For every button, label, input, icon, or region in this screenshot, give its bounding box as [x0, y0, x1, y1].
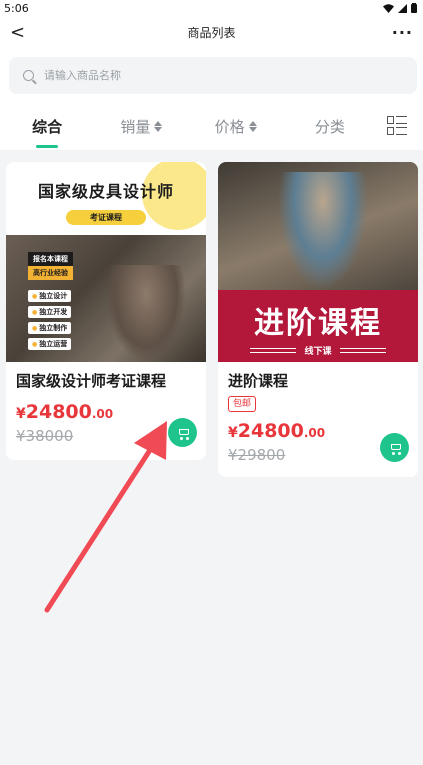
signal-icon [398, 3, 407, 13]
image-tag: 独立制作 [28, 322, 72, 334]
image-subtitle: 线下课 [304, 347, 332, 357]
sort-icon [154, 120, 163, 132]
wifi-icon [383, 3, 394, 13]
filter-tabs: 综合 销量 价格 分类 [0, 102, 423, 150]
free-shipping-tag: 包邮 [228, 396, 257, 412]
image-pill: 考证课程 [66, 210, 146, 225]
price-currency: ¥ [16, 406, 26, 422]
product-card[interactable]: 进阶课程 线下课 进阶课程 包邮 ¥24800.00 ¥29800 [218, 162, 418, 477]
search-bar[interactable] [9, 57, 417, 94]
sort-icon [248, 120, 257, 132]
image-tag: 独立开发 [28, 306, 72, 318]
tab-sales[interactable]: 销量 [94, 102, 188, 150]
product-image: 进阶课程 线下课 [218, 162, 418, 362]
product-grid: 国家级皮具设计师 考证课程 报名本课程 高行业经验 独立设计 独立开发 独立制作… [0, 150, 423, 477]
price-integer: 24800 [25, 401, 92, 423]
product-name: 进阶课程 [228, 372, 289, 390]
tab-comprehensive[interactable]: 综合 [0, 102, 94, 150]
decorative-lines [339, 348, 386, 353]
layout-toggle-button[interactable] [377, 116, 417, 136]
price-currency: ¥ [228, 425, 238, 441]
tab-price[interactable]: 价格 [189, 102, 283, 150]
image-subtitle-row: 线下课 [218, 344, 418, 357]
price-integer: 24800 [237, 420, 304, 442]
product-card[interactable]: 国家级皮具设计师 考证课程 报名本课程 高行业经验 独立设计 独立开发 独立制作… [6, 162, 206, 460]
cart-icon [177, 428, 189, 440]
image-title: 国家级皮具设计师 [37, 182, 174, 201]
price-decimal: .00 [303, 426, 326, 440]
search-icon [23, 70, 34, 81]
product-name: 国家级设计师考证课程 [16, 372, 167, 390]
battery-icon [411, 3, 417, 13]
image-tag: 独立运营 [28, 338, 72, 350]
craftsman-photo: 报名本课程 高行业经验 独立设计 独立开发 独立制作 独立运营 [6, 235, 206, 362]
craftsman-figure [278, 172, 368, 290]
craftsman-figure [106, 265, 186, 362]
tab-category[interactable]: 分类 [283, 102, 377, 150]
decorative-lines [250, 348, 297, 353]
tab-label: 销量 [120, 117, 151, 136]
tab-label: 价格 [214, 117, 245, 136]
search-input[interactable] [44, 69, 403, 82]
list-layout-icon [387, 116, 407, 136]
add-to-cart-button[interactable] [168, 418, 197, 447]
product-image: 国家级皮具设计师 考证课程 报名本课程 高行业经验 独立设计 独立开发 独立制作… [6, 162, 206, 362]
search-section [0, 48, 423, 102]
product-price: ¥24800.00 [16, 401, 196, 423]
nav-header: < 商品列表 ··· [0, 16, 423, 48]
image-badge: 高行业经验 [28, 266, 73, 280]
workshop-photo [218, 162, 418, 290]
cart-icon [389, 443, 401, 455]
image-badge: 报名本课程 [28, 252, 73, 266]
tab-label: 综合 [32, 117, 63, 136]
image-title: 进阶课程 [254, 306, 382, 341]
add-to-cart-button[interactable] [380, 433, 409, 462]
status-time: 5:06 [4, 1, 29, 15]
back-button[interactable]: < [10, 22, 34, 43]
product-price: ¥24800.00 [228, 420, 408, 442]
image-header: 国家级皮具设计师 考证课程 [6, 162, 206, 235]
more-button[interactable]: ··· [389, 23, 413, 42]
page-title: 商品列表 [187, 25, 236, 40]
status-icons [383, 3, 417, 13]
tab-label: 分类 [314, 117, 345, 136]
image-banner: 进阶课程 线下课 [218, 290, 418, 362]
price-decimal: .00 [91, 407, 114, 421]
status-bar: 5:06 [0, 0, 423, 16]
image-tag: 独立设计 [28, 290, 72, 302]
